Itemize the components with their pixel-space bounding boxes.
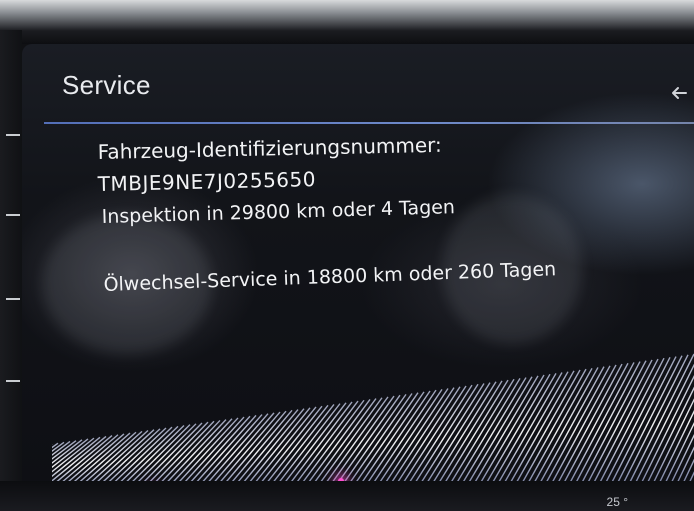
service-screen: Service Fahrzeug-Identifizierungsnummer:… [22,44,694,494]
vin-label: Fahrzeug-Identifizierungsnummer: [97,132,442,164]
back-arrow-icon[interactable] [670,84,688,102]
bezel-tick [6,134,20,136]
temperature-readout: 25 ° [606,495,628,509]
vin-value: TMBJE9NE7J0255650 [97,167,317,196]
header-divider [44,122,694,124]
dashboard-bottom-trim: 25 ° [0,481,694,511]
dashboard-top-bezel [0,0,694,44]
car-infotainment-photo: Service Fahrzeug-Identifizierungsnummer:… [0,0,694,511]
bezel-tick [6,214,20,216]
bezel-tick [6,298,20,300]
bezel-tick [6,380,20,382]
decorative-stripe-pattern [52,353,694,494]
inspection-info: Inspektion in 29800 km oder 4 Tagen [101,196,456,228]
page-title: Service [62,70,151,100]
screen-left-bezel [0,30,22,511]
